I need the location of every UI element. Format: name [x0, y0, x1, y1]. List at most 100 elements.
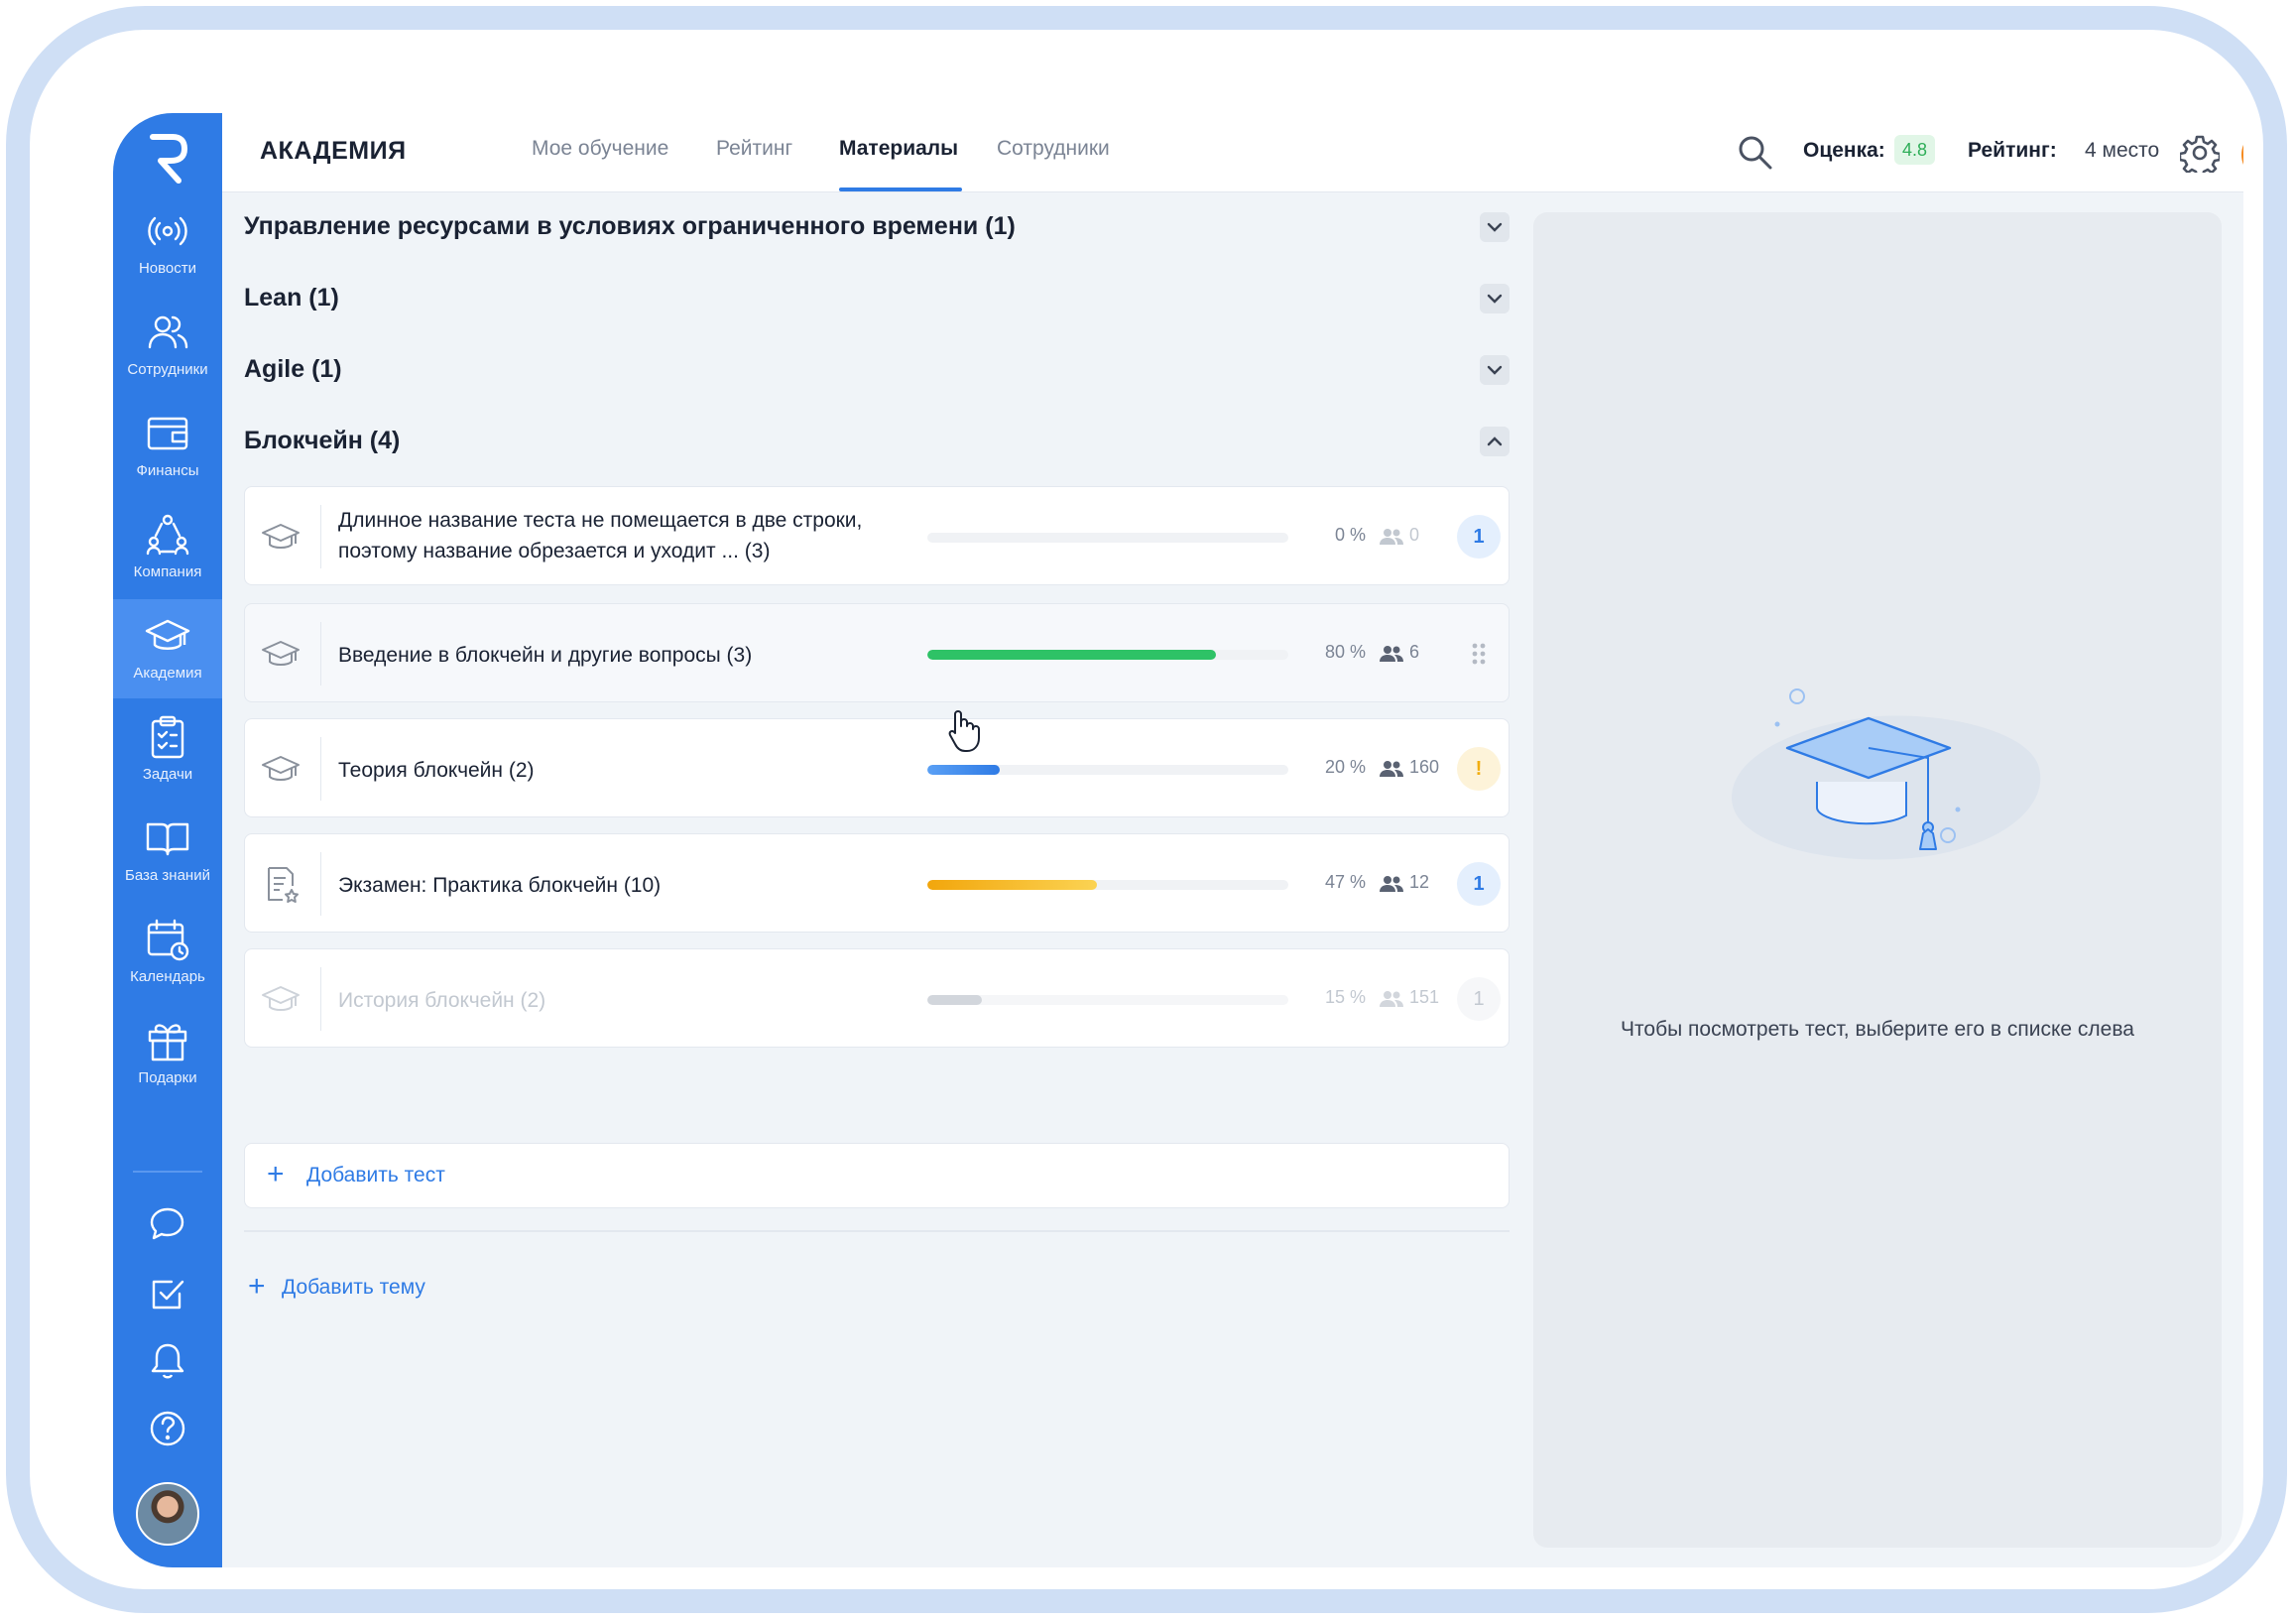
section-divider — [244, 1230, 1510, 1232]
drag-handle-icon[interactable] — [1471, 642, 1487, 666]
chevron-down-icon[interactable] — [1480, 355, 1510, 385]
sidebar-item-gifts[interactable]: Подарки — [113, 1004, 222, 1103]
chevron-down-icon[interactable] — [1480, 284, 1510, 313]
sidebar-item-label: Академия — [133, 665, 202, 682]
search-icon[interactable] — [1736, 133, 1775, 173]
plus-icon: + — [248, 1270, 266, 1303]
tab-my-learning[interactable]: Мое обучение — [532, 137, 668, 161]
chevron-up-icon[interactable] — [1480, 427, 1510, 456]
logo-icon[interactable] — [143, 129, 192, 188]
sidebar-item-label: Сотрудники — [127, 361, 208, 378]
chat-icon[interactable] — [146, 1202, 189, 1246]
topic-agile[interactable]: Agile (1) — [244, 345, 1510, 395]
participants-count: 151 — [1409, 987, 1440, 1007]
topic-title: Lean (1) — [244, 284, 339, 312]
tab-employees[interactable]: Сотрудники — [997, 137, 1110, 161]
progress-fill — [927, 880, 1098, 890]
materials-list: Управление ресурсами в условиях ограниче… — [222, 192, 1511, 1567]
chevron-down-icon[interactable] — [1480, 212, 1510, 242]
gear-icon[interactable] — [2180, 133, 2220, 173]
tab-materials[interactable]: Материалы — [839, 137, 958, 161]
notification-badge[interactable]: 1 — [1457, 515, 1501, 559]
people-icon — [1380, 761, 1403, 777]
sidebar-item-label: Новости — [138, 260, 197, 277]
test-card[interactable]: Экзамен: Практика блокчейн (10) 47 % 12 … — [244, 833, 1510, 933]
sidebar-item-calendar[interactable]: Календарь — [113, 903, 222, 1002]
notification-badge[interactable]: 1 — [1457, 862, 1501, 906]
test-title: История блокчейн (2) — [338, 989, 546, 1012]
graduation-cap-icon — [262, 756, 300, 781]
bell-icon[interactable] — [146, 1339, 189, 1383]
company-icon — [146, 514, 189, 556]
graduation-cap-icon — [262, 524, 300, 549]
hand-cursor-icon — [948, 710, 980, 752]
graduation-cap-icon — [262, 986, 300, 1011]
people-icon — [1380, 529, 1403, 545]
tab-rating[interactable]: Рейтинг — [716, 137, 792, 161]
test-card[interactable]: Теория блокчейн (2) 20 % 160 ! — [244, 718, 1510, 817]
progress-bar — [927, 765, 1288, 775]
topic-title: Управление ресурсами в условиях ограниче… — [244, 212, 1016, 240]
participants-count: 6 — [1409, 642, 1420, 662]
active-tab-indicator — [839, 187, 962, 191]
progress-percent: 80 % — [1324, 642, 1366, 662]
progress-bar — [927, 533, 1288, 543]
wallet-icon — [147, 417, 188, 450]
sidebar-item-academy[interactable]: Академия — [113, 599, 222, 698]
card-separator — [320, 505, 321, 568]
progress-bar — [927, 995, 1288, 1005]
sidebar-item-label: Задачи — [142, 766, 193, 783]
topic-resource-management[interactable]: Управление ресурсами в условиях ограниче… — [244, 202, 1510, 252]
topic-title: Agile (1) — [244, 355, 342, 383]
sidebar-item-news[interactable]: Новости — [113, 194, 222, 294]
graduation-cap-icon — [145, 619, 190, 650]
add-test-label: Добавить тест — [306, 1164, 445, 1186]
progress-percent: 47 % — [1324, 872, 1366, 892]
progress-fill — [927, 765, 1000, 775]
sidebar-item-label: Подарки — [138, 1069, 197, 1086]
sidebar-item-knowledge-base[interactable]: База знаний — [113, 802, 222, 901]
add-test-button[interactable]: + Добавить тест — [244, 1143, 1510, 1208]
exam-icon — [268, 867, 299, 903]
clipboard-icon — [151, 715, 184, 759]
rating-value: 4 место — [2085, 139, 2160, 162]
sidebar-divider — [133, 1171, 202, 1173]
warning-badge[interactable]: ! — [1457, 747, 1501, 791]
progress-percent: 0 % — [1334, 525, 1366, 545]
people-icon — [1380, 991, 1403, 1007]
participants-count: 0 — [1409, 525, 1420, 545]
topic-lean[interactable]: Lean (1) — [244, 274, 1510, 323]
participants-count: 160 — [1409, 757, 1440, 777]
top-bar: АКАДЕМИЯ Мое обучение Рейтинг Материалы … — [222, 113, 2243, 192]
card-separator — [320, 967, 321, 1031]
progress-percent: 15 % — [1324, 987, 1366, 1007]
plus-icon: + — [267, 1158, 285, 1190]
book-icon — [146, 822, 189, 856]
participants-count: 12 — [1409, 872, 1430, 892]
notification-badge[interactable]: 1 — [1457, 977, 1501, 1021]
graduation-cap-illustration-icon — [1732, 688, 2041, 860]
test-card[interactable]: Введение в блокчейн и другие вопросы (3)… — [244, 603, 1510, 702]
sidebar-item-company[interactable]: Компания — [113, 498, 222, 597]
app-title: АКАДЕМИЯ — [260, 137, 407, 165]
avatar[interactable] — [136, 1482, 199, 1546]
topic-title: Блокчейн (4) — [244, 427, 401, 454]
add-topic-button[interactable]: + Добавить тему — [244, 1268, 462, 1308]
progress-fill — [927, 995, 982, 1005]
calendar-icon — [147, 919, 189, 961]
topic-blockchain[interactable]: Блокчейн (4) — [244, 417, 1510, 466]
sidebar-item-tasks[interactable]: Задачи — [113, 700, 222, 800]
checkbox-icon[interactable] — [146, 1272, 189, 1315]
help-icon[interactable] — [146, 1407, 189, 1450]
sidebar-item-label: Компания — [133, 563, 202, 580]
sidebar: Новости Сотрудники Финансы Компания Акад… — [113, 113, 222, 1567]
sidebar-item-finance[interactable]: Финансы — [113, 397, 222, 496]
user-avatar-button[interactable]: И — [2241, 129, 2243, 181]
test-card[interactable]: Длинное название теста не помещается в д… — [244, 486, 1510, 585]
people-icon — [1380, 876, 1403, 892]
test-card[interactable]: История блокчейн (2) 15 % 151 1 — [244, 948, 1510, 1048]
gift-icon — [148, 1024, 187, 1061]
graduation-cap-icon — [262, 641, 300, 666]
add-topic-label: Добавить тему — [282, 1276, 425, 1299]
sidebar-item-employees[interactable]: Сотрудники — [113, 296, 222, 395]
